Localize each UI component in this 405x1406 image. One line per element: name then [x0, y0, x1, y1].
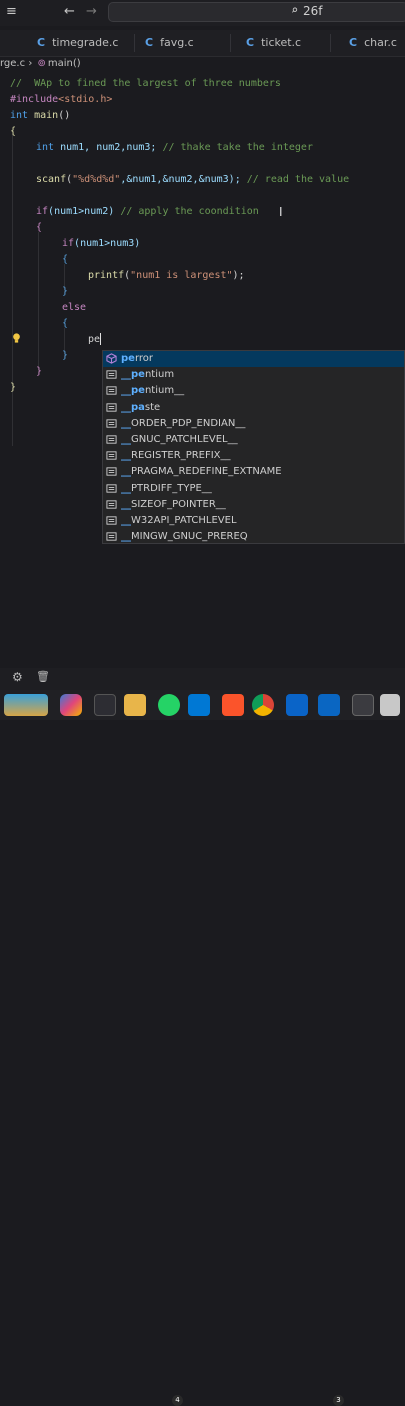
code-line-10: { [62, 254, 69, 265]
breadcrumb-symbol[interactable]: main() [48, 58, 81, 69]
code-line-6: scanf("%d%d%d",&num1,&num2,&num3); // re… [36, 174, 350, 185]
constant-icon [106, 451, 117, 460]
chrome-icon[interactable] [252, 694, 274, 716]
constant-icon [106, 500, 117, 509]
gear-icon[interactable]: ⚙ [12, 670, 23, 684]
command-search-box[interactable]: ⌕ 26f [108, 2, 405, 22]
function-symbol-icon: ⊚ [37, 58, 46, 69]
forward-arrow-icon[interactable]: → [86, 4, 97, 19]
constant-icon [106, 402, 117, 412]
trash-icon[interactable]: 🗑 [36, 670, 50, 683]
app-window-icon[interactable] [352, 694, 374, 716]
copilot-icon[interactable] [60, 694, 82, 716]
constant-icon [106, 386, 117, 396]
code-line-11: printf("num1 is largest"); [88, 270, 245, 281]
suggestion-item[interactable]: __PRAGMA_REDEFINE_EXTNAME [103, 464, 404, 480]
code-line-16: } [62, 350, 69, 361]
title-bar: ≡ ← → ⌕ 26f [0, 0, 405, 26]
c-file-icon: C [349, 36, 358, 49]
status-strip: ⚙ 🗑 [0, 668, 405, 690]
tab-ticket[interactable]: Cticket.c [246, 36, 301, 49]
chevron-right-icon: › [28, 58, 33, 69]
code-line-2: #include<stdio.h> [10, 94, 113, 105]
tab-timegrade[interactable]: Ctimegrade.c [37, 36, 118, 49]
search-text: 26f [303, 4, 323, 18]
linkedin-badge: 3 [333, 1395, 344, 1406]
constant-icon [106, 467, 117, 477]
breadcrumb-file[interactable]: rge.c [0, 58, 25, 69]
suggestion-item[interactable]: __paste [103, 400, 404, 416]
search-icon: ⌕ [291, 3, 299, 17]
tab-char[interactable]: Cchar.c [349, 36, 397, 49]
task-view-icon[interactable] [94, 694, 116, 716]
constant-icon [106, 516, 117, 525]
suggestion-item[interactable]: __ORDER_PDP_ENDIAN__ [103, 416, 404, 432]
suggestion-item[interactable]: perror [103, 351, 404, 368]
c-file-icon: C [246, 36, 255, 49]
c-file-icon: C [37, 36, 46, 49]
taskbar: 4 3 [0, 690, 405, 1406]
constant-icon [106, 370, 117, 379]
code-line-12: } [62, 286, 69, 297]
c-file-icon: C [145, 36, 154, 49]
code-line-8: { [36, 222, 43, 233]
suggestion-item[interactable]: __pentium__ [103, 383, 404, 399]
back-arrow-icon[interactable]: ← [64, 4, 75, 19]
code-line-18: } [10, 382, 17, 393]
whatsapp-icon[interactable] [158, 694, 180, 716]
whatsapp-badge: 4 [172, 1395, 183, 1406]
breadcrumb[interactable]: rge.c › ⊚ main() [0, 58, 81, 74]
autocomplete-suggestion-list[interactable]: perror __pentium __pentium__ __paste __O… [102, 350, 405, 544]
suggestion-item[interactable]: __SIZEOF_POINTER__ [103, 497, 404, 513]
code-line-17: } [36, 366, 43, 377]
suggestion-item[interactable]: __PTRDIFF_TYPE__ [103, 481, 404, 497]
brave-icon[interactable] [222, 694, 244, 716]
code-line-14: { [62, 318, 69, 329]
constant-icon [106, 419, 117, 428]
code-line-9: if(num1>num3) [62, 238, 141, 249]
file-explorer-icon[interactable] [124, 694, 146, 716]
text-cursor-icon: I [279, 205, 283, 219]
menu-icon[interactable]: ≡ [6, 4, 17, 19]
code-line-3: int main() [10, 110, 71, 121]
constant-icon [106, 532, 117, 541]
editor-tab-bar: Ctimegrade.c Cfavg.c Cticket.c Cchar.c [0, 30, 405, 57]
code-line-5: int num1, num2,num3; // thake take the i… [36, 142, 313, 153]
code-line-13: else [62, 302, 87, 313]
snipping-tool-icon[interactable] [380, 694, 400, 716]
suggestion-item[interactable]: __MINGW_GNUC_PREREQ [103, 529, 404, 545]
code-line-15: pe [88, 333, 102, 345]
constant-icon [106, 435, 117, 444]
lightbulb-icon[interactable] [12, 333, 21, 343]
outlook-icon[interactable] [286, 694, 308, 716]
linkedin-icon[interactable] [318, 694, 340, 716]
code-line-7: if(num1>num2) // apply the coondition [36, 206, 259, 217]
constant-icon [106, 483, 117, 493]
cube-icon [106, 353, 117, 364]
tab-favg[interactable]: Cfavg.c [145, 36, 194, 49]
vscode-icon[interactable] [188, 694, 210, 716]
code-line-4: { [10, 126, 17, 137]
code-line-1: // WAp to fined the largest of three num… [10, 78, 281, 89]
suggestion-item[interactable]: __REGISTER_PREFIX__ [103, 448, 404, 464]
suggestion-item[interactable]: __GNUC_PATCHLEVEL__ [103, 432, 404, 448]
weather-widget-icon[interactable] [4, 694, 48, 716]
suggestion-item[interactable]: __pentium [103, 367, 404, 383]
suggestion-item[interactable]: __W32API_PATCHLEVEL [103, 513, 404, 529]
